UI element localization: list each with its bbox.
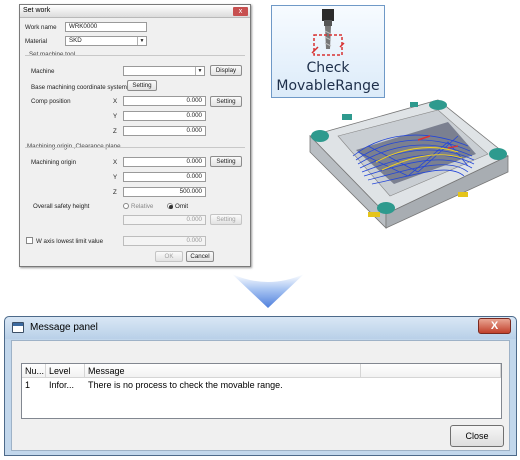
origin-z-axis-label: Z [113, 189, 117, 196]
machine-label: Machine [31, 68, 55, 75]
message-panel-window: Message panel X Nu... Level Message 1 In… [4, 316, 517, 456]
display-button[interactable]: Display [210, 65, 242, 76]
set-work-dialog: Set work x Work name WRK0000 Material SK… [19, 4, 251, 267]
down-arrow-icon [232, 274, 304, 308]
machine-select[interactable]: ▼ [123, 66, 205, 76]
table-row[interactable]: 1 Infor... There is no process to check … [22, 379, 501, 392]
work-name-label: Work name [25, 24, 57, 31]
column-header-number[interactable]: Nu... [22, 364, 46, 378]
row-message: There is no process to check the movable… [88, 380, 283, 390]
relative-radio[interactable] [123, 203, 129, 209]
message-panel-client: Nu... Level Message 1 Infor... There is … [11, 340, 510, 451]
omit-label: Omit [175, 203, 189, 210]
cancel-button[interactable]: Cancel [186, 251, 214, 262]
comp-position-label: Comp position [31, 98, 71, 105]
machining-origin-divider [25, 147, 245, 148]
comp-y-input[interactable]: 0.000 [123, 111, 206, 121]
message-panel-title: Message panel [30, 322, 98, 333]
material-label: Material [25, 38, 48, 45]
material-select[interactable]: SKD ▼ [65, 36, 147, 46]
set-work-title: Set work [23, 7, 51, 14]
w-axis-input[interactable]: 0.000 [123, 236, 206, 246]
comp-x-input[interactable]: 0.000 [123, 96, 206, 106]
comp-z-axis-label: Z [113, 128, 117, 135]
milling-tool-icon [311, 9, 345, 56]
check-movable-range-line2: MovableRange [276, 78, 380, 94]
message-panel-titlebar: Message panel X [5, 317, 516, 339]
column-header-message[interactable]: Message [85, 364, 361, 378]
origin-x-input[interactable]: 0.000 [123, 157, 206, 167]
comp-z-input[interactable]: 0.000 [123, 126, 206, 136]
overall-safety-label: Overall safety height [33, 203, 90, 210]
safety-height-input[interactable]: 0.000 [123, 215, 206, 225]
message-list[interactable]: Nu... Level Message 1 Infor... There is … [21, 363, 502, 419]
w-axis-label: W axis lowest limit value [36, 238, 104, 245]
comp-x-axis-label: X [113, 98, 118, 105]
column-header-blank [361, 364, 501, 378]
window-icon [12, 322, 24, 333]
base-coord-setting-button[interactable]: Setting [127, 80, 157, 91]
column-header-level[interactable]: Level [46, 364, 85, 378]
safety-setting-button[interactable]: Setting [210, 214, 242, 225]
origin-setting-button[interactable]: Setting [210, 156, 242, 167]
chevron-down-icon: ▼ [195, 67, 204, 75]
omit-radio[interactable] [167, 203, 173, 209]
origin-y-axis-label: Y [113, 174, 118, 181]
comp-setting-button[interactable]: Setting [210, 96, 242, 107]
row-level: Infor... [49, 380, 75, 390]
comp-y-axis-label: Y [113, 113, 118, 120]
base-coord-label: Base machining coordinate system [31, 84, 127, 91]
origin-z-input[interactable]: 500.000 [123, 187, 206, 197]
work-name-input[interactable]: WRK0000 [65, 22, 147, 32]
set-machine-tool-divider [25, 55, 245, 56]
w-axis-checkbox[interactable] [26, 237, 33, 244]
mold-toolpath-3d-image [309, 99, 509, 229]
set-work-titlebar: Set work x [20, 5, 250, 18]
message-panel-close-x-button[interactable]: X [478, 318, 511, 334]
check-movable-range-line1: Check [306, 60, 350, 76]
ok-button[interactable]: OK [155, 251, 183, 262]
close-button[interactable]: Close [450, 425, 504, 447]
row-number: 1 [25, 380, 31, 390]
machining-origin-label: Machining origin [31, 159, 77, 166]
check-movable-range-button[interactable]: Check MovableRange [271, 5, 385, 98]
material-selected-value: SKD [69, 37, 82, 44]
relative-label: Relative [131, 203, 154, 210]
set-work-close-button[interactable]: x [233, 7, 248, 16]
origin-y-input[interactable]: 0.000 [123, 172, 206, 182]
chevron-down-icon: ▼ [137, 37, 146, 45]
origin-x-axis-label: X [113, 159, 118, 166]
